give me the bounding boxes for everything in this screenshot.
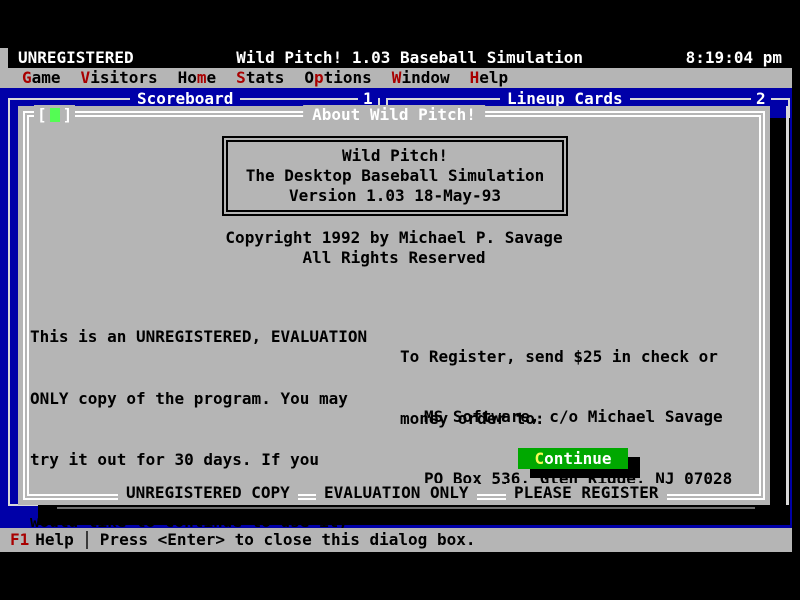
hotkey-letter: p: [314, 68, 324, 87]
menu-item-options[interactable]: Options: [294, 68, 381, 88]
clock: 8:19:04 pm: [686, 48, 782, 68]
rights-line: All Rights Reserved: [18, 248, 770, 268]
titlebar: UNREGISTERED Wild Pitch! 1.03 Baseball S…: [8, 48, 792, 68]
close-icon: [50, 108, 60, 122]
bracket-right: ]: [63, 105, 73, 125]
menu-item-home[interactable]: Home: [168, 68, 227, 88]
continue-button[interactable]: Continue: [518, 448, 628, 469]
menu-item-window[interactable]: Window: [382, 68, 460, 88]
dialog-footer: UNREGISTERED COPY EVALUATION ONLY PLEASE…: [18, 483, 770, 503]
footer-please-register: PLEASE REGISTER: [506, 483, 667, 503]
dialog-title: About Wild Pitch!: [303, 105, 485, 125]
bracket-left: [: [37, 105, 47, 125]
product-info-box: Wild Pitch! The Desktop Baseball Simulat…: [222, 136, 568, 216]
hotkey-letter: W: [392, 68, 402, 87]
menu-bar: Game Visitors Home Stats Options Window …: [0, 68, 792, 88]
status-bar: F1 Help Press <Enter> to close this dial…: [0, 528, 792, 552]
continue-button-label: ontinue: [544, 449, 611, 469]
lineup-cards-right-border: [786, 106, 789, 505]
hotkey-letter: S: [236, 68, 246, 87]
product-tagline: The Desktop Baseball Simulation: [228, 166, 562, 186]
product-version: Version 1.03 18-May-93: [228, 186, 562, 206]
application-window: UNREGISTERED Wild Pitch! 1.03 Baseball S…: [0, 0, 800, 600]
footer-unregistered-copy: UNREGISTERED COPY: [118, 483, 298, 503]
product-name: Wild Pitch!: [228, 146, 562, 166]
menu-item-help[interactable]: Help: [460, 68, 519, 88]
menu-item-game[interactable]: Game: [12, 68, 71, 88]
close-button[interactable]: []: [34, 105, 75, 125]
copyright-block: Copyright 1992 by Michael P. Savage All …: [18, 228, 770, 268]
about-dialog: [] About Wild Pitch! Wild Pitch! The Des…: [18, 106, 770, 505]
app-title: Wild Pitch! 1.03 Baseball Simulation: [236, 48, 583, 68]
hotkey-letter: m: [197, 68, 207, 87]
copyright-line: Copyright 1992 by Michael P. Savage: [18, 228, 770, 248]
continue-button-hotkey: C: [534, 449, 544, 469]
hotkey-letter: V: [81, 68, 91, 87]
statusbar-message: Press <Enter> to close this dialog box.: [100, 530, 476, 550]
menu-item-stats[interactable]: Stats: [226, 68, 294, 88]
footer-evaluation-only: EVALUATION ONLY: [316, 483, 477, 503]
evaluation-notice-text: This is an UNREGISTERED, EVALUATION ONLY…: [30, 286, 367, 600]
registration-status: UNREGISTERED: [18, 48, 134, 68]
dos-screen: UNREGISTERED Wild Pitch! 1.03 Baseball S…: [0, 48, 792, 552]
statusbar-divider: [86, 531, 88, 549]
hotkey-letter: G: [22, 68, 32, 87]
f1-help-label[interactable]: Help: [35, 530, 74, 550]
menu-item-visitors[interactable]: Visitors: [71, 68, 168, 88]
f1-help-key[interactable]: F1: [10, 530, 29, 550]
hotkey-letter: H: [470, 68, 480, 87]
